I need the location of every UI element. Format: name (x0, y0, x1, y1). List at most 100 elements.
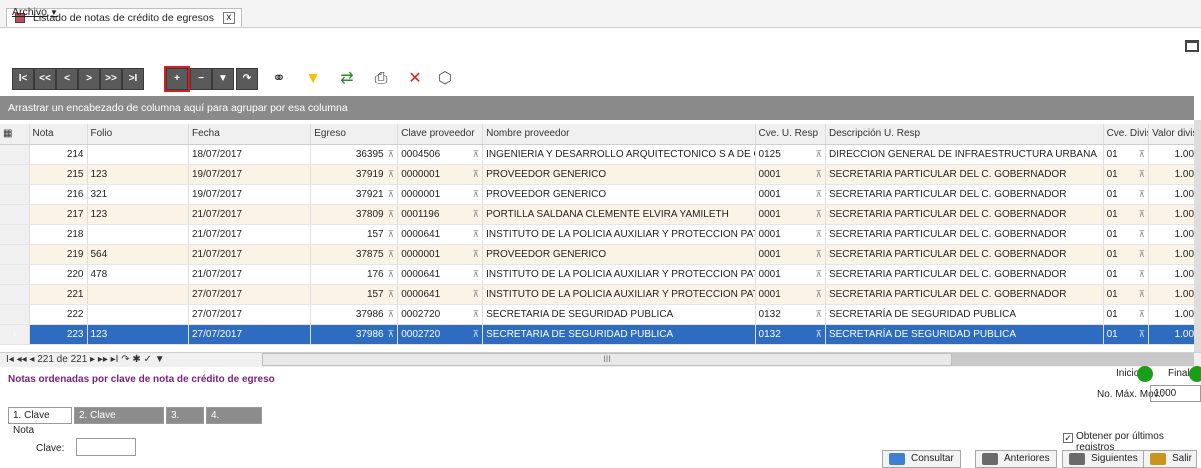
cell-egreso[interactable]: 157 ⊼ (310, 284, 399, 305)
cell-nota[interactable]: 220 (29, 264, 88, 285)
cell-clave[interactable]: ⊼ 0000001 (397, 164, 484, 185)
row-selector[interactable] (0, 204, 30, 225)
lookup-icon[interactable]: ⊼ (815, 309, 822, 320)
cell-valor[interactable]: 1.0000 (1148, 264, 1194, 285)
prev-record-button[interactable]: < (56, 68, 78, 90)
lookup-icon[interactable]: ⊼ (473, 269, 480, 280)
tab-4[interactable]: 4. Criterios (206, 407, 262, 436)
cell-egreso[interactable]: 157 ⊼ (310, 224, 399, 245)
lookup-icon[interactable]: ⊼ (815, 289, 822, 300)
lookup-icon[interactable]: ⊼ (815, 329, 822, 340)
obtener-checkbox[interactable]: ✓ (1063, 433, 1073, 443)
cell-divisa[interactable]: ⊼ 01 (1103, 244, 1150, 265)
cell-cve[interactable]: ⊼ 0132 (755, 324, 826, 345)
lookup-icon[interactable]: ⊼ (388, 229, 395, 239)
cell-cve[interactable]: ⊼ 0125 (755, 144, 826, 165)
column-header[interactable]: Egreso (310, 124, 399, 145)
cell-nombre[interactable]: PORTILLA SALDANA CLEMENTE ELVIRA YAMILET… (482, 204, 756, 225)
cell-folio[interactable]: 564 (87, 244, 189, 265)
row-selector[interactable] (0, 164, 30, 185)
cell-cve[interactable]: ⊼ 0001 (755, 284, 826, 305)
row-selector[interactable]: › (0, 324, 30, 345)
cell-valor[interactable]: 1.0000 (1148, 304, 1194, 325)
group-by-panel[interactable]: Arrastrar un encabezado de columna aquí … (0, 96, 1194, 120)
cell-desc[interactable]: SECRETARIA PARTICULAR DEL C. GOBERNADOR (825, 264, 1104, 285)
cell-folio[interactable] (87, 284, 189, 305)
lookup-icon[interactable]: ⊼ (473, 229, 480, 240)
lookup-icon[interactable]: ⊼ (473, 169, 480, 180)
cell-clave[interactable]: ⊼ 0000001 (397, 244, 484, 265)
nomax-input[interactable]: 1000 (1150, 385, 1201, 402)
lookup-icon[interactable]: ⊼ (815, 169, 822, 180)
cell-nota[interactable]: 218 (29, 224, 88, 245)
cell-valor[interactable]: 1.0000 (1148, 324, 1194, 345)
cell-divisa[interactable]: ⊼ 01 (1103, 224, 1150, 245)
cell-divisa[interactable]: ⊼ 01 (1103, 204, 1150, 225)
column-header[interactable]: Cve. Divisa (1103, 124, 1150, 145)
cell-clave[interactable]: ⊼ 0000641 (397, 224, 484, 245)
cell-valor[interactable]: 1.0000 (1148, 184, 1194, 205)
lookup-icon[interactable]: ⊼ (388, 169, 395, 179)
cell-nota[interactable]: 215 (29, 164, 88, 185)
cell-cve[interactable]: ⊼ 0001 (755, 164, 826, 185)
column-header[interactable]: Fecha (188, 124, 312, 145)
clave-input[interactable] (76, 438, 136, 456)
column-chooser-icon[interactable]: ▦ (0, 124, 30, 145)
row-selector[interactable] (0, 304, 30, 325)
vertical-scrollbar[interactable] (1194, 120, 1201, 352)
cell-fecha[interactable]: 27/07/2017 (188, 304, 312, 325)
table-row[interactable]: 220 478 21/07/2017 176 ⊼ ⊼ 0000641 INSTITUTO DE… (0, 264, 1194, 285)
cell-folio[interactable] (87, 304, 189, 325)
add-record-button[interactable]: + (164, 66, 190, 92)
horizontal-scrollbar-thumb[interactable]: III (262, 353, 952, 366)
cell-fecha[interactable]: 21/07/2017 (188, 264, 312, 285)
cell-nombre[interactable]: INSTITUTO DE LA POLICIA AUXILIAR Y PROTE… (482, 224, 756, 245)
cell-divisa[interactable]: ⊼ 01 (1103, 264, 1150, 285)
lookup-icon[interactable]: ⊼ (388, 289, 395, 299)
lookup-icon[interactable]: ⊼ (473, 189, 480, 200)
salir-button[interactable]: Salir (1143, 450, 1198, 468)
cell-divisa[interactable]: ⊼ 01 (1103, 324, 1150, 345)
lookup-icon[interactable]: ⊼ (473, 149, 480, 160)
next-page-button[interactable]: >> (100, 68, 122, 90)
cell-nombre[interactable]: INGENIERIA Y DESARROLLO ARQUITECTONICO S… (482, 144, 756, 165)
column-header[interactable]: Cve. U. Resp (755, 124, 826, 145)
close-tab-icon[interactable]: x (222, 12, 235, 25)
cell-cve[interactable]: ⊼ 0132 (755, 304, 826, 325)
column-header[interactable]: Folio (87, 124, 189, 145)
cell-fecha[interactable]: 27/07/2017 (188, 284, 312, 305)
column-header[interactable]: Nombre proveedor (482, 124, 756, 145)
row-selector[interactable] (0, 244, 30, 265)
refresh-button[interactable]: ↷ (236, 68, 258, 90)
export-icon[interactable]: ⇄ (334, 67, 360, 91)
table-row[interactable]: 217 123 21/07/2017 37809 ⊼ ⊼ 0001196 PORTILLA S… (0, 204, 1194, 225)
cell-clave[interactable]: ⊼ 0000641 (397, 284, 484, 305)
column-header[interactable]: Clave proveedor (397, 124, 484, 145)
table-row[interactable]: 222 27/07/2017 37986 ⊼ ⊼ 0002720 SECRETARIA DE… (0, 304, 1194, 325)
lookup-icon[interactable]: ⊼ (1139, 309, 1146, 320)
cell-divisa[interactable]: ⊼ 01 (1103, 164, 1150, 185)
cell-folio[interactable] (87, 224, 189, 245)
lookup-icon[interactable]: ⊼ (473, 329, 480, 340)
row-selector[interactable] (0, 144, 30, 165)
row-selector[interactable] (0, 224, 30, 245)
cell-folio[interactable]: 123 (87, 204, 189, 225)
lookup-icon[interactable]: ⊼ (473, 249, 480, 260)
cell-nota[interactable]: 214 (29, 144, 88, 165)
dropdown-button[interactable]: ▼ (212, 68, 234, 90)
lookup-icon[interactable]: ⊼ (388, 189, 395, 199)
cell-nota[interactable]: 221 (29, 284, 88, 305)
cell-clave[interactable]: ⊼ 0000001 (397, 184, 484, 205)
cell-cve[interactable]: ⊼ 0001 (755, 204, 826, 225)
cell-folio[interactable] (87, 144, 189, 165)
navigator-right-icons[interactable]: ▸ ▸▸ ▸I ↷ ✱ ✓ ▼ (90, 354, 165, 365)
window-restore-icon[interactable] (1185, 40, 1199, 52)
cell-cve[interactable]: ⊼ 0001 (755, 184, 826, 205)
cell-nota[interactable]: 219 (29, 244, 88, 265)
lookup-icon[interactable]: ⊼ (815, 269, 822, 280)
cell-egreso[interactable]: 37986 ⊼ (310, 324, 399, 345)
filter-icon[interactable]: ▼ (300, 67, 326, 91)
row-selector[interactable] (0, 184, 30, 205)
lookup-icon[interactable]: ⊼ (815, 149, 822, 160)
cell-folio[interactable]: 478 (87, 264, 189, 285)
